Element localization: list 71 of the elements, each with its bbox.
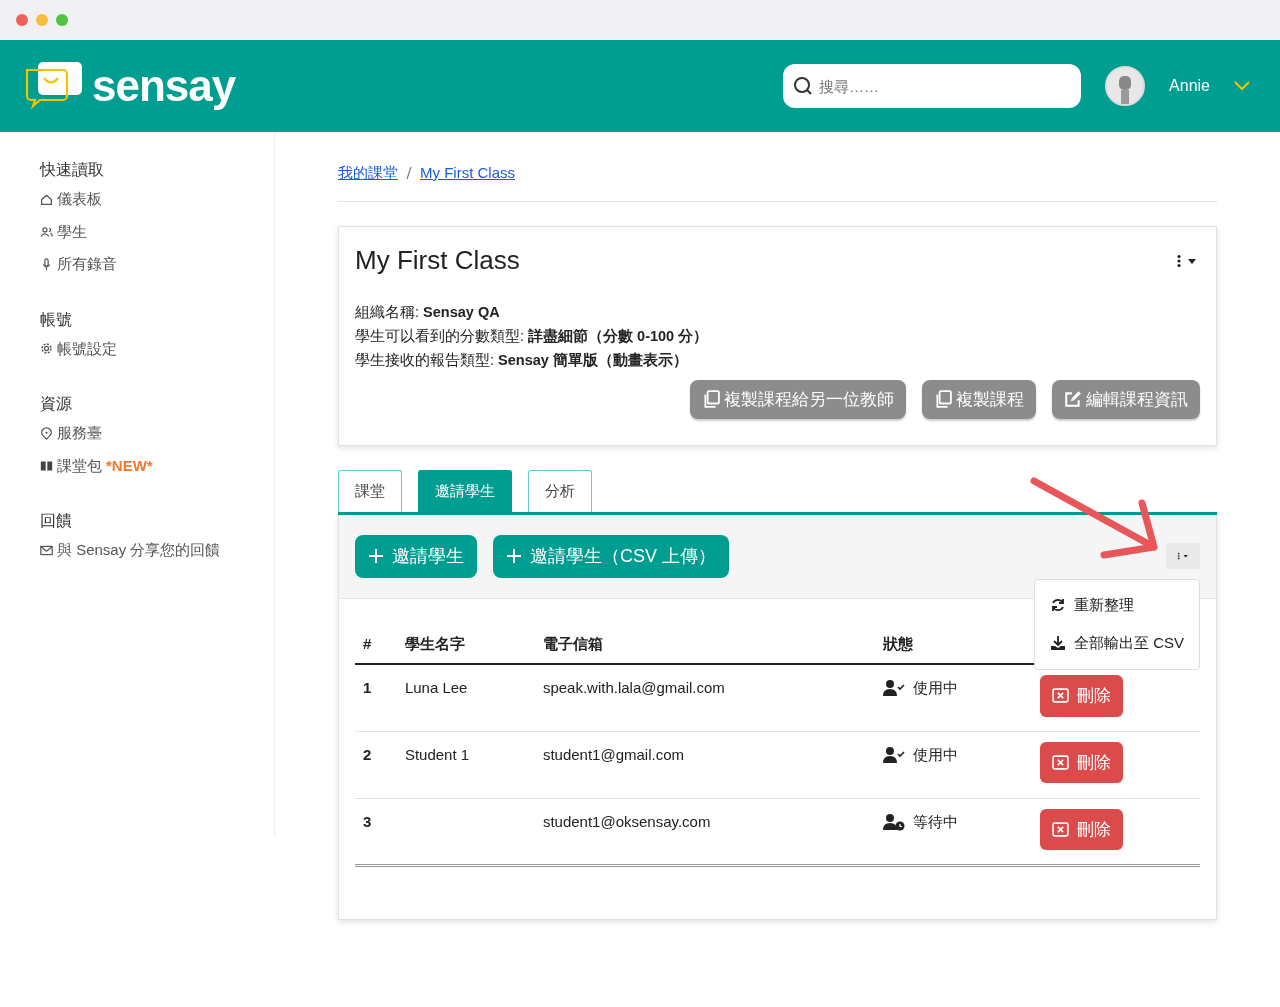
breadcrumb-separator-icon: [406, 166, 412, 181]
gear-icon: [40, 342, 53, 356]
invite-button[interactable]: 邀請學生（CSV 上傳）: [493, 534, 729, 578]
breadcrumb-link[interactable]: 我的課堂: [338, 162, 398, 185]
search-icon: [793, 76, 814, 96]
brand-name[interactable]: sensay: [92, 53, 236, 119]
breadcrumb-link[interactable]: My First Class: [420, 162, 515, 185]
copy-icon: [702, 390, 720, 409]
student-name: Luna Lee: [396, 664, 535, 732]
download-icon: [1050, 635, 1066, 652]
avatar[interactable]: [1105, 66, 1146, 106]
user-name[interactable]: Annie: [1169, 74, 1210, 98]
chat-bubbles-logo: [24, 60, 84, 112]
menu-item[interactable]: 全部輸出至 CSV: [1035, 624, 1199, 663]
student-email: student1@gmail.com: [534, 731, 876, 799]
tab[interactable]: 分析: [528, 470, 592, 512]
student-email: student1@oksensay.com: [534, 798, 876, 866]
status-text: 等待中: [913, 811, 959, 832]
detail-line: 學生可以看到的分數類型: 詳盡細節（分數 0-100 分）: [355, 326, 710, 346]
copy-icon: [934, 390, 952, 409]
close-square-icon: [1052, 687, 1069, 705]
sidebar-link[interactable]: 儀表板: [40, 188, 274, 211]
sidebar-link[interactable]: 服務臺: [40, 422, 274, 445]
class-title: My First Class: [355, 244, 520, 276]
close-square-icon: [1052, 820, 1069, 838]
detail-line: 學生接收的報告類型: Sensay 簡單版（動畫表示）: [355, 350, 689, 370]
sidebar-link[interactable]: 帳號設定: [40, 337, 274, 360]
action-button[interactable]: 複製課程: [922, 379, 1036, 420]
action-button[interactable]: 編輯課程資訊: [1052, 379, 1200, 420]
minimize-dot[interactable]: [36, 14, 48, 26]
action-button[interactable]: 複製課程給另一位教師: [690, 379, 906, 420]
section-heading: 資源: [40, 394, 73, 414]
sidebar-link[interactable]: 課堂包 *NEW*: [40, 454, 274, 477]
invite-button[interactable]: 邀請學生: [355, 534, 477, 578]
column-header: 學生名字: [396, 624, 535, 665]
close-dot[interactable]: [16, 14, 28, 26]
tab[interactable]: 課堂: [338, 470, 402, 512]
people-icon: [40, 225, 53, 239]
column-header: 電子信箱: [534, 624, 876, 665]
search-field[interactable]: 搜尋……: [783, 64, 1082, 108]
sidebar-link[interactable]: 與 Sensay 分享您的回饋: [40, 539, 274, 562]
maximize-dot[interactable]: [56, 14, 68, 26]
chevron-down-icon[interactable]: [1234, 81, 1250, 91]
status-text: 使用中: [913, 678, 959, 699]
delete-button[interactable]: 刪除: [1040, 675, 1123, 717]
section-heading: 快速讀取: [40, 160, 105, 180]
envelope-icon: [40, 543, 53, 557]
delete-button[interactable]: 刪除: [1040, 808, 1123, 851]
menu-item[interactable]: 重新整理: [1035, 585, 1199, 625]
microphone-icon: [40, 257, 53, 271]
column-header: 狀態: [875, 624, 1032, 665]
row-number: 2: [355, 731, 397, 799]
row-number: 3: [355, 798, 397, 866]
detail-line: 組織名稱: Sensay QA: [355, 302, 501, 322]
column-header: #: [355, 624, 397, 665]
student-email: speak.with.lala@gmail.com: [534, 664, 876, 732]
tab[interactable]: 邀請學生: [418, 470, 512, 512]
edit-icon: [1064, 390, 1082, 409]
sidebar-link[interactable]: 所有錄音: [40, 253, 274, 276]
row-number: 1: [355, 664, 397, 732]
student-name: Student 1: [396, 731, 535, 799]
section-heading: 帳號: [40, 309, 73, 330]
close-square-icon: [1052, 753, 1069, 771]
plus-icon: [368, 548, 384, 565]
home-icon: [40, 192, 53, 206]
delete-button[interactable]: 刪除: [1040, 741, 1123, 784]
status-text: 使用中: [913, 744, 959, 765]
refresh-icon: [1050, 596, 1066, 613]
sidebar-link[interactable]: 學生: [40, 220, 274, 243]
plus-icon: [506, 548, 522, 565]
section-heading: 回饋: [40, 511, 73, 531]
